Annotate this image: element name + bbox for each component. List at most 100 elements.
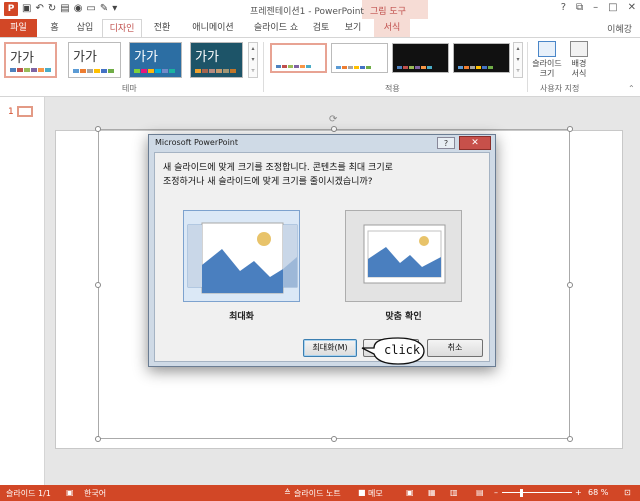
cancel-button[interactable]: 취소 xyxy=(427,339,483,357)
maximize-button[interactable]: 최대화(M) xyxy=(303,339,357,357)
format-background-icon xyxy=(570,41,588,57)
resize-handle[interactable] xyxy=(95,126,101,132)
new-slide-icon[interactable]: ▭ xyxy=(86,2,95,16)
undo-icon[interactable]: ↶ xyxy=(35,2,43,16)
zoom-slider-thumb[interactable] xyxy=(520,489,523,497)
dialog-help-button[interactable]: ? xyxy=(437,137,455,149)
normal-view-icon[interactable]: ▣ xyxy=(406,488,414,497)
title-bar: P ▣ ↶ ↻ ▤ ◉ ▭ ✎ ▾ 그림 도구 프레젠테이션1 - PowerP… xyxy=(0,0,640,19)
fit-to-window-icon[interactable]: ⊡ xyxy=(624,488,631,497)
powerpoint-logo-icon: P xyxy=(4,2,18,16)
variant-4[interactable] xyxy=(453,43,510,73)
contextual-group-label: 그림 도구 xyxy=(370,7,406,17)
theme-sample-text: 가가 xyxy=(73,50,97,65)
fit-preview-icon xyxy=(363,224,446,284)
format-painter-icon[interactable]: ✎ xyxy=(100,2,108,16)
slide-size-label: 슬라이드 크기 xyxy=(532,59,562,78)
save-icon[interactable]: ▣ xyxy=(22,2,31,16)
maximize-icon[interactable]: □ xyxy=(608,2,617,13)
slide-thumbnail-pane: 1 xyxy=(0,97,45,485)
qat-more-icon[interactable]: ▾ xyxy=(112,2,117,16)
start-from-beginning-icon[interactable]: ▤ xyxy=(60,2,69,16)
resize-handle[interactable] xyxy=(95,282,101,288)
maximize-option[interactable] xyxy=(183,210,300,302)
dialog-close-button[interactable]: ✕ xyxy=(459,136,491,150)
theme-gallery-scroll[interactable]: ▴ ▾ ▿ xyxy=(248,42,258,78)
theme-4[interactable]: 가가 xyxy=(190,42,243,78)
dialog-titlebar: Microsoft PowerPoint ? ✕ xyxy=(149,135,495,152)
resize-handle[interactable] xyxy=(567,436,573,442)
format-background-button[interactable]: 배경 서식 xyxy=(566,41,592,79)
quick-access-toolbar: P ▣ ↶ ↻ ▤ ◉ ▭ ✎ ▾ xyxy=(4,2,117,16)
dialog-message-line: 조정하거나 새 슬라이드에 맞게 크기를 줄이시겠습니까? xyxy=(163,177,373,187)
tab-insert[interactable]: 삽입 xyxy=(70,19,100,37)
tab-review[interactable]: 검토 xyxy=(306,19,336,37)
resize-handle[interactable] xyxy=(567,126,573,132)
notes-button[interactable]: 슬라이드 노트 xyxy=(294,488,341,499)
notes-icon[interactable]: ≙ xyxy=(284,488,291,497)
tab-view[interactable]: 보기 xyxy=(338,19,368,37)
slide-indicator: 슬라이드 1/1 xyxy=(6,489,51,498)
tab-file[interactable]: 파일 xyxy=(0,19,37,37)
tab-format[interactable]: 서식 xyxy=(374,19,410,37)
ribbon-tabs: 파일 홈 삽입 디자인 전환 애니메이션 슬라이드 쇼 검토 보기 서식 이혜강 xyxy=(0,19,640,38)
collapse-ribbon-icon[interactable]: ⌃ xyxy=(628,84,635,93)
theme-office[interactable]: 가가 xyxy=(4,42,57,78)
slide-size-button[interactable]: 슬라이드 크기 xyxy=(530,41,564,79)
resize-handle[interactable] xyxy=(331,126,337,132)
dialog-title: Microsoft PowerPoint xyxy=(155,138,238,147)
tab-slideshow[interactable]: 슬라이드 쇼 xyxy=(248,19,304,37)
theme-sample-text: 가가 xyxy=(134,50,158,65)
zoom-out-button[interactable]: – xyxy=(494,488,498,497)
theme-sample-text: 가가 xyxy=(10,51,34,66)
resize-dialog: Microsoft PowerPoint ? ✕ 새 슬라이드에 맞게 크기를 … xyxy=(148,134,496,367)
minimize-icon[interactable]: – xyxy=(593,2,598,13)
variant-3[interactable] xyxy=(392,43,449,73)
comments-button[interactable]: 메모 xyxy=(368,488,383,499)
reading-view-icon[interactable]: ▥ xyxy=(450,488,458,497)
close-icon[interactable]: ✕ xyxy=(628,2,636,13)
comments-icon[interactable]: ■ xyxy=(358,488,366,497)
slide-sorter-icon[interactable]: ▦ xyxy=(428,488,436,497)
slideshow-view-icon[interactable]: ▤ xyxy=(476,488,484,497)
redo-icon[interactable]: ↻ xyxy=(48,2,56,16)
customize-group-label: 사용자 지정 xyxy=(540,84,580,93)
variant-2[interactable] xyxy=(331,43,388,73)
resize-handle[interactable] xyxy=(567,282,573,288)
resize-handle[interactable] xyxy=(95,436,101,442)
tab-animations[interactable]: 애니메이션 xyxy=(182,19,244,37)
dialog-message: 새 슬라이드에 맞게 크기를 조정합니다. 콘텐츠를 최대 크기로 조정하거나 … xyxy=(163,161,483,189)
theme-3[interactable]: 가가 xyxy=(129,42,182,78)
format-background-label: 배경 서식 xyxy=(571,59,587,78)
themes-group-label: 테마 xyxy=(122,84,137,93)
ribbon-display-icon[interactable]: ⧉ xyxy=(576,2,583,13)
variant-gallery-scroll[interactable]: ▴ ▾ ▿ xyxy=(513,42,523,78)
zoom-level[interactable]: 68 % xyxy=(588,488,608,497)
ensure-fit-option[interactable] xyxy=(345,210,462,302)
rotate-handle-icon[interactable]: ⟳ xyxy=(329,114,337,125)
zoom-slider-track[interactable] xyxy=(502,492,572,493)
customize-icon[interactable]: ◉ xyxy=(74,2,83,16)
slide-thumbnail[interactable] xyxy=(17,106,33,117)
resize-handle[interactable] xyxy=(331,436,337,442)
dialog-body: 새 슬라이드에 맞게 크기를 조정합니다. 콘텐츠를 최대 크기로 조정하거나 … xyxy=(154,152,490,362)
dialog-message-line: 새 슬라이드에 맞게 크기를 조정합니다. 콘텐츠를 최대 크기로 xyxy=(163,163,393,173)
language-indicator[interactable]: 한국어 xyxy=(84,488,106,499)
click-callout-text: click xyxy=(384,343,421,357)
proofing-icon[interactable]: ▣ xyxy=(66,488,74,497)
maximize-option-label: 최대화 xyxy=(229,312,254,322)
tab-design[interactable]: 디자인 xyxy=(102,19,142,38)
zoom-in-button[interactable]: + xyxy=(575,488,582,497)
tab-home[interactable]: 홈 xyxy=(42,19,67,37)
group-separator xyxy=(263,42,264,92)
group-separator xyxy=(527,42,528,92)
help-icon[interactable]: ? xyxy=(561,2,566,13)
theme-sample-text: 가가 xyxy=(195,50,219,65)
ensure-fit-option-label: 맞춤 확인 xyxy=(385,312,422,322)
user-name[interactable]: 이혜강 xyxy=(607,22,632,35)
variant-1[interactable] xyxy=(270,43,327,73)
theme-2[interactable]: 가가 xyxy=(68,42,121,78)
window-controls: ? ⧉ – □ ✕ xyxy=(561,2,636,13)
tab-transitions[interactable]: 전환 xyxy=(147,19,177,37)
window-title: 프레젠테이션1 - PowerPoint xyxy=(250,7,364,17)
